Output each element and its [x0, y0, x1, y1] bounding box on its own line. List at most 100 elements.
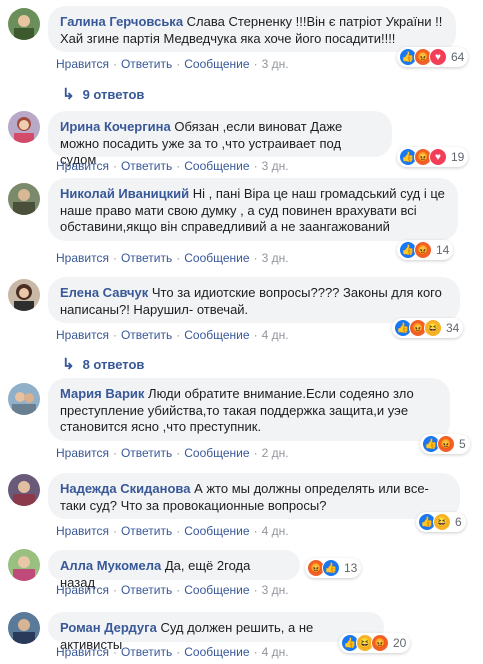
reply-arrow-icon: ↳ — [62, 86, 75, 103]
like-link[interactable]: Нравится — [56, 251, 109, 265]
timestamp[interactable]: 4 дн. — [262, 645, 289, 659]
angry-icon: 😡 — [414, 241, 432, 259]
avatar[interactable] — [8, 111, 40, 143]
separator: · — [176, 645, 181, 659]
message-link[interactable]: Сообщение — [184, 328, 249, 342]
reply-link[interactable]: Ответить — [121, 57, 172, 71]
separator: · — [176, 57, 181, 71]
message-link[interactable]: Сообщение — [184, 251, 249, 265]
separator: · — [253, 159, 258, 173]
comment-actions: Нравится · Ответить · Сообщение · 2 дн. — [56, 446, 289, 460]
comment-bubble: Николай Иваницкий Ні , пані Віра це наш … — [48, 178, 458, 241]
comment-author[interactable]: Мария Варик — [60, 386, 144, 401]
comment-actions: Нравится · Ответить · Сообщение · 3 дн. — [56, 159, 289, 173]
reply-link[interactable]: Ответить — [121, 251, 172, 265]
timestamp[interactable]: 3 дн. — [262, 251, 289, 265]
message-link[interactable]: Сообщение — [184, 159, 249, 173]
angry-icon: 😡 — [437, 435, 455, 453]
message-link[interactable]: Сообщение — [184, 583, 249, 597]
avatar[interactable] — [8, 549, 40, 581]
timestamp[interactable]: 2 дн. — [262, 446, 289, 460]
comment-author[interactable]: Галина Герчовська — [60, 14, 183, 29]
separator: · — [112, 159, 117, 173]
like-icon: 👍 — [322, 559, 340, 577]
like-link[interactable]: Нравится — [56, 583, 109, 597]
avatar[interactable] — [8, 8, 40, 40]
like-link[interactable]: Нравится — [56, 446, 109, 460]
avatar[interactable] — [8, 183, 40, 215]
comment-actions: Нравится · Ответить · Сообщение · 4 дн. — [56, 328, 289, 342]
reaction-summary[interactable]: 👍 😡 14 — [397, 240, 454, 260]
comment-author[interactable]: Алла Мукомела — [60, 558, 161, 573]
reaction-count: 34 — [446, 321, 460, 335]
comment-bubble: Мария Варик Люди обратите внимание.Если … — [48, 378, 450, 441]
angry-icon: 😡 — [371, 634, 389, 652]
reaction-summary[interactable]: 👍 😆 😡 20 — [339, 633, 411, 653]
reaction-count: 19 — [451, 150, 465, 164]
separator: · — [253, 645, 258, 659]
avatar[interactable] — [8, 474, 40, 506]
love-icon: ♥ — [429, 48, 447, 66]
reaction-summary[interactable]: 👍 😡 5 — [420, 434, 470, 454]
haha-icon: 😆 — [433, 513, 451, 531]
separator: · — [112, 328, 117, 342]
separator: · — [112, 251, 117, 265]
reply-link[interactable]: Ответить — [121, 583, 172, 597]
timestamp[interactable]: 3 дн. — [262, 583, 289, 597]
haha-icon: 😆 — [424, 319, 442, 337]
comment-author[interactable]: Николай Иваницкий — [60, 186, 189, 201]
reaction-summary[interactable]: 😡 👍 13 — [305, 558, 362, 578]
reaction-count: 14 — [436, 243, 450, 257]
comment-author[interactable]: Роман Дердуга — [60, 620, 157, 635]
avatar[interactable] — [8, 383, 40, 415]
comment-author[interactable]: Ирина Кочергина — [60, 119, 171, 134]
timestamp[interactable]: 4 дн. — [262, 328, 289, 342]
separator: · — [253, 57, 258, 71]
separator: · — [176, 159, 181, 173]
reaction-summary[interactable]: 👍 😡 ♥ 19 — [397, 147, 469, 167]
reaction-count: 64 — [451, 50, 465, 64]
comment-actions: Нравится · Ответить · Сообщение · 3 дн. — [56, 583, 289, 597]
separator: · — [253, 251, 258, 265]
avatar[interactable] — [8, 279, 40, 311]
message-link[interactable]: Сообщение — [184, 645, 249, 659]
like-link[interactable]: Нравится — [56, 159, 109, 173]
like-link[interactable]: Нравится — [56, 328, 109, 342]
separator: · — [112, 57, 117, 71]
like-link[interactable]: Нравится — [56, 57, 109, 71]
comment-actions: Нравится · Ответить · Сообщение · 4 дн. — [56, 524, 289, 538]
comment-actions: Нравится · Ответить · Сообщение · 4 дн. — [56, 645, 289, 659]
reply-link[interactable]: Ответить — [121, 159, 172, 173]
timestamp[interactable]: 3 дн. — [262, 57, 289, 71]
reaction-summary[interactable]: 👍 😆 6 — [416, 512, 466, 532]
view-replies-link[interactable]: ↳ 9 ответов — [62, 85, 144, 103]
comment-bubble: Елена Савчук Что за идиотские вопросы???… — [48, 277, 460, 323]
reply-link[interactable]: Ответить — [121, 524, 172, 538]
reply-link[interactable]: Ответить — [121, 446, 172, 460]
comment-bubble: Надежда Скиданова А жто мы должны опреде… — [48, 473, 460, 519]
reaction-summary[interactable]: 👍 😡 😆 34 — [392, 318, 464, 338]
separator: · — [112, 583, 117, 597]
reaction-count: 5 — [459, 437, 466, 451]
separator: · — [253, 328, 258, 342]
timestamp[interactable]: 3 дн. — [262, 159, 289, 173]
comment-author[interactable]: Надежда Скиданова — [60, 481, 190, 496]
comment-author[interactable]: Елена Савчук — [60, 285, 148, 300]
comment-actions: Нравится · Ответить · Сообщение · 3 дн. — [56, 57, 289, 71]
avatar[interactable] — [8, 612, 40, 644]
message-link[interactable]: Сообщение — [184, 57, 249, 71]
message-link[interactable]: Сообщение — [184, 524, 249, 538]
timestamp[interactable]: 4 дн. — [262, 524, 289, 538]
love-icon: ♥ — [429, 148, 447, 166]
like-link[interactable]: Нравится — [56, 524, 109, 538]
separator: · — [176, 251, 181, 265]
separator: · — [253, 524, 258, 538]
like-link[interactable]: Нравится — [56, 645, 109, 659]
separator: · — [112, 446, 117, 460]
reaction-summary[interactable]: 👍 😡 ♥ 64 — [397, 47, 469, 67]
message-link[interactable]: Сообщение — [184, 446, 249, 460]
view-replies-link[interactable]: ↳ 8 ответов — [62, 355, 144, 373]
reply-link[interactable]: Ответить — [121, 328, 172, 342]
separator: · — [253, 446, 258, 460]
reply-link[interactable]: Ответить — [121, 645, 172, 659]
